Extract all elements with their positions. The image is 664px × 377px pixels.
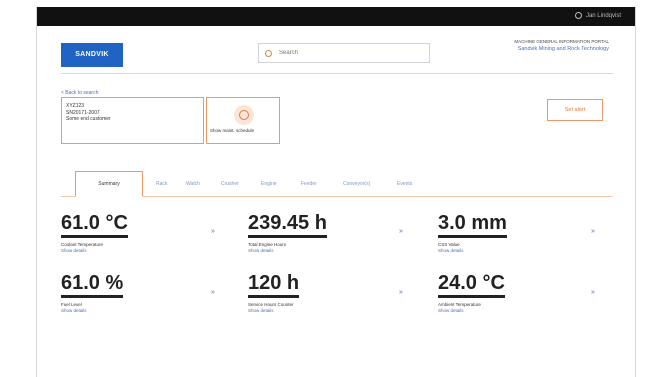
user-menu[interactable]: Jan Lindqvist [574, 12, 621, 19]
expand-arrow-icon[interactable]: » [591, 228, 595, 235]
metric-label: Service Hours Counter [248, 302, 294, 307]
show-details-link[interactable]: Show details [438, 248, 507, 253]
metric-value: 3.0 mm [438, 212, 507, 238]
back-to-search-link[interactable]: < Back to search [61, 90, 98, 96]
tab-engine[interactable]: Engine [261, 181, 277, 187]
expand-arrow-icon[interactable]: » [591, 289, 595, 296]
tab-conveyors[interactable]: Conveyor(s) [343, 181, 370, 187]
metric-label: Coolant Temperature [61, 242, 103, 247]
user-label: Jan Lindqvist [585, 12, 621, 19]
header-divider [61, 73, 613, 74]
search-box[interactable] [258, 43, 430, 63]
show-details-link[interactable]: Show details [61, 248, 128, 253]
app-frame: Jan Lindqvist SANDVIK MACHINE GENERAL IN… [36, 7, 636, 377]
metric-css-value: 3.0 mm CSS Value Show details [438, 212, 507, 253]
metric-ambient-temperature: 24.0 °C Ambient Temperature Show details [438, 272, 505, 313]
metric-value: 239.45 h [248, 212, 327, 238]
portal-info: MACHINE GENERAL INFORMATION PORTAL Sandv… [514, 39, 609, 52]
tab-events[interactable]: Events [397, 181, 412, 187]
metric-label: CSS Value [438, 242, 460, 247]
machine-customer: Some end customer [66, 116, 111, 123]
brand-logo[interactable]: SANDVIK [61, 43, 123, 67]
machine-info-card: XYZ123 SN20171-2007 Some end customer [61, 97, 204, 144]
machine-id: XYZ123 [66, 103, 85, 109]
maintenance-schedule-card[interactable]: Show maint. schedule [206, 97, 280, 144]
tab-crusher[interactable]: Crusher [221, 181, 239, 187]
company-name: Sandvik Mining and Rock Technology [517, 46, 609, 52]
tab-underline [61, 196, 613, 197]
metric-value: 24.0 °C [438, 272, 505, 298]
search-icon [265, 49, 272, 57]
metric-total-engine-hours: 239.45 h Total Engine Hours Show details [248, 212, 327, 253]
expand-arrow-icon[interactable]: » [211, 289, 215, 296]
portal-title: MACHINE GENERAL INFORMATION PORTAL [514, 39, 609, 44]
tab-bar: Summary Rack Watch Crusher Engine Feeder… [61, 171, 613, 197]
tab-feeder[interactable]: Feeder [301, 181, 317, 187]
top-bar: Jan Lindqvist [37, 7, 635, 26]
expand-arrow-icon[interactable]: » [399, 289, 403, 296]
metric-value: 61.0 % [61, 272, 124, 298]
show-details-link[interactable]: Show details [438, 308, 505, 313]
show-details-link[interactable]: Show details [61, 308, 123, 313]
machine-serial: SN20171-2007 [66, 109, 100, 116]
schedule-label: Show maint. schedule [210, 128, 255, 133]
metric-coolant-temperature: 61.0 °C Coolant Temperature Show details [61, 212, 128, 253]
schedule-icon [234, 105, 254, 125]
tab-rack[interactable]: Rack [156, 181, 167, 187]
metric-value: 120 h [248, 272, 300, 298]
metric-fuel-level: 61.0 % Fuel Level Show details [61, 272, 124, 313]
metric-label: Total Engine Hours [248, 242, 287, 247]
tab-watch[interactable]: Watch [186, 181, 200, 187]
metric-label: Ambient Temperature [438, 302, 481, 307]
metric-value: 61.0 °C [61, 212, 128, 238]
metric-service-hours-counter: 120 h Service Hours Counter Show details [248, 272, 300, 313]
show-details-link[interactable]: Show details [248, 248, 327, 253]
set-alert-button[interactable]: Set alert [547, 99, 603, 121]
search-input[interactable] [277, 49, 411, 57]
show-details-link[interactable]: Show details [248, 308, 299, 313]
expand-arrow-icon[interactable]: » [211, 228, 215, 235]
expand-arrow-icon[interactable]: » [399, 228, 403, 235]
tab-summary[interactable]: Summary [75, 171, 143, 197]
user-icon [574, 12, 582, 19]
metric-label: Fuel Level [61, 302, 82, 307]
